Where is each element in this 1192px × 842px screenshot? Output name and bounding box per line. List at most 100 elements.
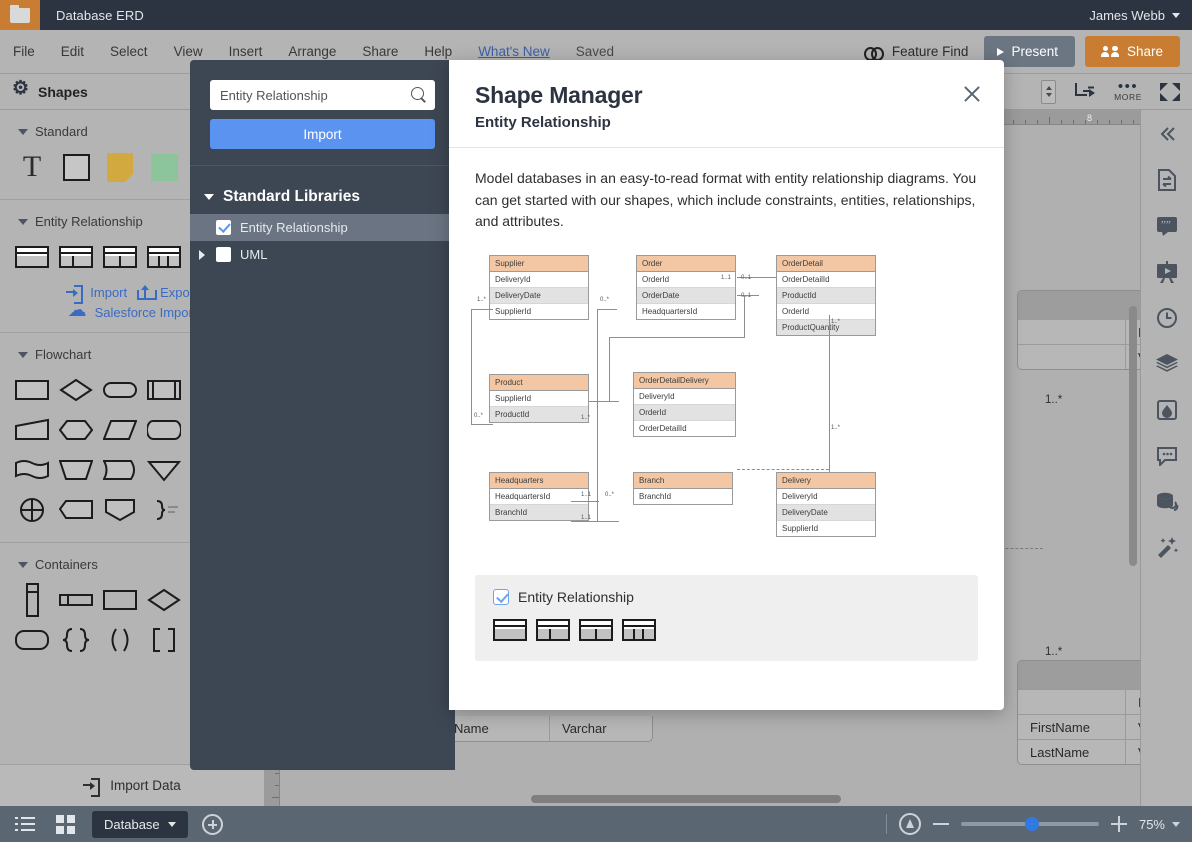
shape-note[interactable]: [98, 147, 142, 187]
picker-shape-entity-table-1[interactable]: [493, 619, 527, 641]
table-row[interactable]: LastName Varchar: [1018, 739, 1140, 764]
zoom-level-dropdown[interactable]: 75%: [1139, 817, 1180, 832]
clock-icon[interactable]: [1153, 304, 1181, 332]
checkbox-unchecked-icon[interactable]: [216, 247, 231, 262]
zoom-in-button[interactable]: [1111, 816, 1127, 832]
size-stepper[interactable]: [1041, 80, 1056, 104]
quote-icon[interactable]: ””: [1153, 212, 1181, 240]
collapse-left-icon[interactable]: [1153, 120, 1181, 148]
export-link[interactable]: Export: [137, 285, 198, 300]
search-input[interactable]: [210, 80, 435, 110]
shape-brace-right[interactable]: [142, 490, 186, 530]
shape-entity-table-1[interactable]: [10, 237, 54, 277]
elbow-connector-icon[interactable]: [1074, 82, 1096, 102]
erd-entity[interactable]: OrderDetailOrderDetailIdProductIdOrderId…: [776, 255, 876, 336]
menu-select[interactable]: Select: [97, 44, 161, 59]
shape-rectangle[interactable]: [54, 147, 98, 187]
zoom-slider[interactable]: [961, 822, 1099, 826]
database-link-icon[interactable]: [1153, 488, 1181, 516]
table-top-right[interactable]: Integer Varchar: [1017, 290, 1140, 370]
comment-icon[interactable]: [1153, 442, 1181, 470]
erd-entity[interactable]: OrderOrderIdOrderDateHeadquartersId: [636, 255, 736, 320]
folder-icon[interactable]: [0, 0, 40, 30]
shape-parenthesis-pair[interactable]: [98, 620, 142, 660]
canvas-horizontal-scrollbar[interactable]: [281, 795, 1130, 803]
shape-direct-data[interactable]: [142, 410, 186, 450]
presentation-icon[interactable]: [1153, 258, 1181, 286]
import-button[interactable]: Import: [210, 119, 435, 149]
menu-edit[interactable]: Edit: [48, 44, 97, 59]
import-link[interactable]: Import: [66, 285, 127, 300]
picker-shape-entity-table-2[interactable]: [536, 619, 570, 641]
shape-process[interactable]: [10, 370, 54, 410]
table-row[interactable]: FirstName Varchar: [1018, 714, 1140, 739]
shape-summing-junction[interactable]: [10, 490, 54, 530]
erd-entity[interactable]: OrderDetailDeliveryDeliveryIdOrderIdOrde…: [633, 372, 736, 437]
canvas-vertical-scrollbar[interactable]: [1129, 306, 1137, 566]
menu-arrange[interactable]: Arrange: [275, 44, 349, 59]
checkbox-checked-icon[interactable]: [493, 589, 509, 605]
shape-decision[interactable]: [54, 370, 98, 410]
erd-entity[interactable]: BranchBranchId: [633, 472, 733, 505]
table-bottom-right[interactable]: Integer FirstName Varchar LastName Varch…: [1017, 660, 1140, 765]
more-button[interactable]: ••• MORE: [1114, 82, 1142, 102]
document-swap-icon[interactable]: [1153, 166, 1181, 194]
grid-view-icon[interactable]: [52, 813, 78, 835]
shape-text[interactable]: T: [10, 147, 54, 187]
picker-shape-entity-table-4[interactable]: [622, 619, 656, 641]
pan-tool-icon[interactable]: [899, 813, 921, 835]
table-bottom-left[interactable]: Name Varchar: [441, 716, 653, 742]
checkbox-checked-icon[interactable]: [216, 220, 231, 235]
library-item-uml[interactable]: UML: [190, 241, 455, 268]
import-data-button[interactable]: Import Data: [0, 764, 264, 806]
table-row[interactable]: Integer: [1018, 689, 1140, 714]
shape-preparation[interactable]: [54, 410, 98, 450]
shape-bracket-pair[interactable]: [142, 620, 186, 660]
page-tab-database[interactable]: Database: [92, 811, 188, 838]
magic-wand-icon[interactable]: [1153, 534, 1181, 562]
menu-view[interactable]: View: [161, 44, 216, 59]
zoom-slider-knob[interactable]: [1025, 817, 1039, 831]
erd-entity[interactable]: SupplierDeliveryIdDeliveryDateSupplierId: [489, 255, 589, 320]
search-icon[interactable]: [411, 87, 426, 102]
shape-entity-table-3[interactable]: [98, 237, 142, 277]
feature-find-button[interactable]: Feature Find: [858, 44, 975, 59]
add-page-icon[interactable]: [202, 814, 223, 835]
share-button[interactable]: Share: [1085, 36, 1180, 67]
fullscreen-icon[interactable]: [1160, 82, 1180, 102]
erd-entity[interactable]: ProductSupplierIdProductId: [489, 374, 589, 423]
chevron-right-icon[interactable]: [199, 250, 205, 260]
erd-entity[interactable]: DeliveryDeliveryIdDeliveryDateSupplierId: [776, 472, 876, 537]
table-row[interactable]: Name Varchar: [442, 716, 652, 741]
shape-entity-table-2[interactable]: [54, 237, 98, 277]
library-item-entity-relationship[interactable]: Entity Relationship: [190, 214, 455, 241]
shape-diamond-container[interactable]: [142, 580, 186, 620]
menu-insert[interactable]: Insert: [216, 44, 276, 59]
standard-libraries-header[interactable]: Standard Libraries: [190, 166, 455, 214]
shape-vertical-container[interactable]: [10, 580, 54, 620]
shape-rounded-container[interactable]: [10, 620, 54, 660]
zoom-out-button[interactable]: [933, 823, 949, 825]
table-row[interactable]: Varchar: [1018, 344, 1140, 369]
shape-multi-document[interactable]: [10, 450, 54, 490]
erd-entity[interactable]: HeadquartersHeadquartersIdBranchId: [489, 472, 589, 521]
shape-manual-input[interactable]: [10, 410, 54, 450]
shape-horizontal-container[interactable]: [54, 580, 98, 620]
whats-new-link[interactable]: What's New: [465, 44, 563, 59]
shape-parallelogram[interactable]: [98, 410, 142, 450]
shape-sticky-note[interactable]: [142, 147, 186, 187]
shape-entity-table-4[interactable]: [142, 237, 186, 277]
shape-extract[interactable]: [98, 490, 142, 530]
shape-predefined-process[interactable]: [142, 370, 186, 410]
shape-manual-operation[interactable]: [54, 450, 98, 490]
layers-icon[interactable]: [1153, 350, 1181, 378]
menu-share[interactable]: Share: [349, 44, 411, 59]
shape-stored-data[interactable]: [98, 450, 142, 490]
shape-curly-brace-pair[interactable]: [54, 620, 98, 660]
shape-hexagon-flag[interactable]: [54, 490, 98, 530]
picker-shape-entity-table-3[interactable]: [579, 619, 613, 641]
menu-help[interactable]: Help: [411, 44, 465, 59]
close-icon[interactable]: [960, 82, 984, 106]
shape-rectangle-container[interactable]: [98, 580, 142, 620]
table-row[interactable]: Integer: [1018, 319, 1140, 344]
